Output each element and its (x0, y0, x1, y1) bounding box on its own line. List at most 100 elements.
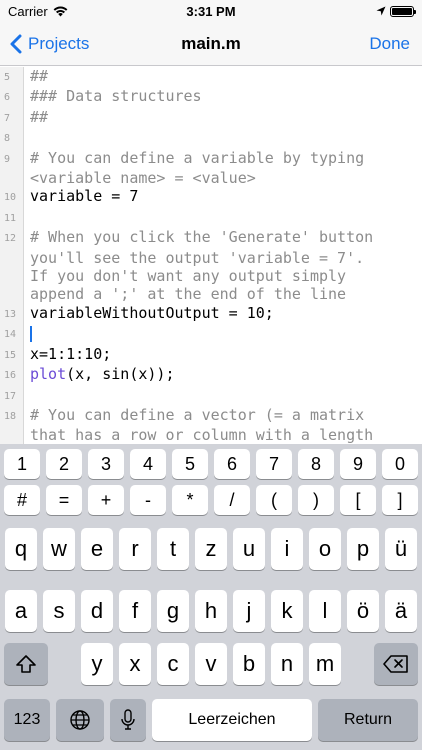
code-line[interactable]: 15 x=1:1:10; (0, 344, 422, 366)
code-line[interactable]: 9 # You can define a variable by typing (0, 148, 422, 170)
backspace-icon (383, 655, 408, 673)
key-row2-2[interactable]: + (88, 485, 124, 515)
key-row1-5[interactable]: 6 (214, 449, 250, 479)
code-text: variableWithoutOutput = 10; (30, 303, 274, 322)
code-line[interactable]: If you don't want any output simply (0, 267, 422, 286)
key-row2-5[interactable]: / (214, 485, 250, 515)
key-ä[interactable]: ä (385, 590, 417, 632)
key-s[interactable]: s (43, 590, 75, 632)
key-c[interactable]: c (157, 643, 189, 685)
key-row1-8[interactable]: 9 (340, 449, 376, 479)
code-editor[interactable]: 5 ## 6 ### Data structures 7 ## 8 9 # You can de… (0, 67, 422, 444)
code-line[interactable]: 8 (0, 128, 422, 149)
microphone-icon (121, 709, 135, 730)
code-comment: ## (30, 107, 49, 126)
line-number: 17 (0, 385, 24, 406)
key-b[interactable]: b (233, 643, 265, 685)
key-row1-4[interactable]: 5 (172, 449, 208, 479)
key-n[interactable]: n (271, 643, 303, 685)
code-line[interactable]: append a ';' at the end of the line (0, 285, 422, 304)
code-line[interactable]: 16 plot(x, sin(x)); (0, 365, 422, 386)
code-text (24, 324, 32, 344)
key-q[interactable]: q (5, 528, 37, 570)
code-comment: # You can define a vector (= a matrix (30, 405, 365, 424)
key-r[interactable]: r (119, 528, 151, 570)
key-row1-3[interactable]: 4 (130, 449, 166, 479)
code-comment: you'll see the output 'variable = 7'. (30, 248, 365, 267)
key-p[interactable]: p (347, 528, 379, 570)
key-v[interactable]: v (195, 643, 227, 685)
key-row2-3[interactable]: - (130, 485, 166, 515)
key-row2-9[interactable]: ] (382, 485, 418, 515)
status-bar: Carrier 3:31 PM (0, 0, 422, 22)
key-ö[interactable]: ö (347, 590, 379, 632)
key-ü[interactable]: ü (385, 528, 417, 570)
key-row1-2[interactable]: 3 (88, 449, 124, 479)
code-comment: <variable name> = <value> (30, 169, 256, 188)
code-comment: # You can define a variable by typing (30, 148, 365, 167)
key-row2-4[interactable]: * (172, 485, 208, 515)
numbers-key[interactable]: 123 (4, 699, 50, 741)
code-line[interactable]: 10 variable = 7 (0, 187, 422, 208)
key-w[interactable]: w (43, 528, 75, 570)
line-number (0, 285, 24, 304)
code-line[interactable]: 11 (0, 207, 422, 229)
key-y[interactable]: y (81, 643, 113, 685)
key-j[interactable]: j (233, 590, 265, 632)
key-m[interactable]: m (309, 643, 341, 685)
code-line[interactable]: 12 # When you click the 'Generate' button (0, 228, 422, 249)
line-number: 15 (0, 344, 24, 366)
line-number: 13 (0, 303, 24, 325)
key-g[interactable]: g (157, 590, 189, 632)
shift-key[interactable] (4, 643, 48, 685)
key-row2-1[interactable]: = (46, 485, 82, 515)
key-k[interactable]: k (271, 590, 303, 632)
key-row1-7[interactable]: 8 (298, 449, 334, 479)
back-button[interactable]: Projects (10, 22, 89, 66)
location-icon (376, 6, 386, 16)
return-key[interactable]: Return (318, 699, 418, 741)
key-x[interactable]: x (119, 643, 151, 685)
key-f[interactable]: f (119, 590, 151, 632)
done-button[interactable]: Done (369, 22, 410, 66)
code-text: variable = 7 (30, 187, 139, 206)
line-number: 16 (0, 365, 24, 386)
key-z[interactable]: z (195, 528, 227, 570)
key-row2-0[interactable]: # (4, 485, 40, 515)
key-l[interactable]: l (309, 590, 341, 632)
code-line[interactable]: 18 # You can define a vector (= a matrix (0, 405, 422, 427)
microphone-key[interactable] (110, 699, 146, 741)
code-line[interactable]: <variable name> = <value> (0, 169, 422, 188)
code-comment: append a ';' at the end of the line (30, 285, 347, 304)
key-row1-1[interactable]: 2 (46, 449, 82, 479)
code-comment: that has a row or column with a length (30, 426, 374, 444)
code-line[interactable]: 17 (0, 385, 422, 406)
key-row2-7[interactable]: ) (298, 485, 334, 515)
key-h[interactable]: h (195, 590, 227, 632)
key-row1-9[interactable]: 0 (382, 449, 418, 479)
backspace-key[interactable] (374, 643, 418, 685)
key-row1-6[interactable]: 7 (256, 449, 292, 479)
key-row1-0[interactable]: 1 (4, 449, 40, 479)
key-o[interactable]: o (309, 528, 341, 570)
key-t[interactable]: t (157, 528, 189, 570)
text-cursor (30, 325, 32, 342)
space-key[interactable]: Leerzeichen (152, 699, 312, 741)
key-a[interactable]: a (5, 590, 37, 632)
globe-key[interactable] (56, 699, 104, 741)
code-line[interactable]: 5 ## (0, 67, 422, 88)
key-d[interactable]: d (81, 590, 113, 632)
code-line[interactable]: 7 ## (0, 107, 422, 129)
function-name: plot (30, 365, 67, 384)
code-line[interactable]: you'll see the output 'variable = 7'. (0, 248, 422, 268)
key-i[interactable]: i (271, 528, 303, 570)
key-row2-8[interactable]: [ (340, 485, 376, 515)
code-line[interactable]: 14 (0, 324, 422, 345)
key-row2-6[interactable]: ( (256, 485, 292, 515)
line-number (0, 426, 24, 444)
code-line[interactable]: 13 variableWithoutOutput = 10; (0, 303, 422, 325)
key-u[interactable]: u (233, 528, 265, 570)
key-e[interactable]: e (81, 528, 113, 570)
code-line[interactable]: 6 ### Data structures (0, 87, 422, 108)
code-line[interactable]: that has a row or column with a length (0, 426, 422, 444)
